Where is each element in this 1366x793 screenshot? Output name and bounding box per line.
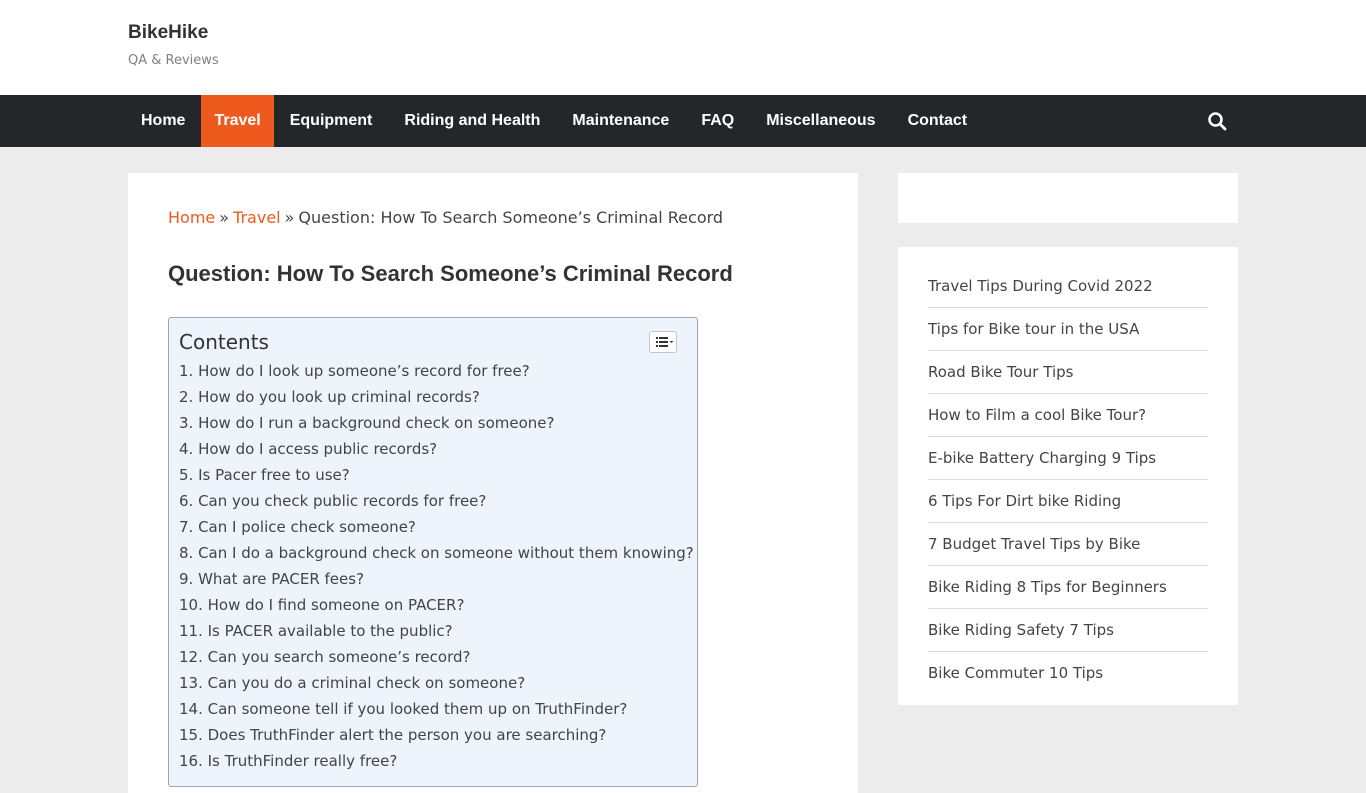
breadcrumb-current: Question: How To Search Someone’s Crimin… bbox=[298, 208, 724, 227]
sidebar-post-link[interactable]: Travel Tips During Covid 2022 bbox=[928, 265, 1208, 308]
toc-item[interactable]: 1. How do I look up someone’s record for… bbox=[179, 359, 694, 385]
toc-item[interactable]: 2. How do you look up criminal records? bbox=[179, 385, 694, 411]
toc-list: 1. How do I look up someone’s record for… bbox=[179, 359, 694, 775]
site-title[interactable]: BikeHike bbox=[128, 22, 208, 44]
toc-item[interactable]: 14. Can someone tell if you looked them … bbox=[179, 697, 694, 723]
nav-menu: Home Travel Equipment Riding and Health … bbox=[125, 95, 983, 147]
sidebar-post-link[interactable]: Road Bike Tour Tips bbox=[928, 351, 1208, 394]
sidebar-post-link[interactable]: 7 Budget Travel Tips by Bike bbox=[928, 523, 1208, 566]
sidebar-post-link[interactable]: Bike Riding Safety 7 Tips bbox=[928, 609, 1208, 652]
page-title: Question: How To Search Someone’s Crimin… bbox=[168, 261, 733, 286]
nav-item-travel[interactable]: Travel bbox=[201, 95, 274, 147]
sidebar-post-link[interactable]: How to Film a cool Bike Tour? bbox=[928, 394, 1208, 437]
toc-item[interactable]: 8. Can I do a background check on someon… bbox=[179, 541, 694, 567]
site-header: BikeHike QA & Reviews bbox=[0, 0, 1366, 95]
toc-item[interactable]: 13. Can you do a criminal check on someo… bbox=[179, 671, 694, 697]
article-card: Home» Travel» Question: How To Search Some… bbox=[128, 173, 858, 793]
nav-item-faq[interactable]: FAQ bbox=[685, 95, 750, 147]
nav-item-home[interactable]: Home bbox=[125, 95, 201, 147]
site-tagline: QA & Reviews bbox=[128, 53, 219, 68]
toc-item[interactable]: 5. Is Pacer free to use? bbox=[179, 463, 694, 489]
toc-item[interactable]: 6. Can you check public records for free… bbox=[179, 489, 694, 515]
nav-item-maintenance[interactable]: Maintenance bbox=[556, 95, 685, 147]
sidebar-post-link[interactable]: Bike Commuter 10 Tips bbox=[928, 652, 1208, 694]
sidebar-widget-empty bbox=[898, 173, 1238, 223]
search-icon[interactable] bbox=[1205, 109, 1229, 133]
breadcrumb-travel-link[interactable]: Travel bbox=[233, 208, 281, 227]
sidebar-post-link[interactable]: Bike Riding 8 Tips for Beginners bbox=[928, 566, 1208, 609]
sidebar-post-link[interactable]: Tips for Bike tour in the USA bbox=[928, 308, 1208, 351]
nav-item-riding-and-health[interactable]: Riding and Health bbox=[388, 95, 556, 147]
toc-item[interactable]: 15. Does TruthFinder alert the person yo… bbox=[179, 723, 694, 749]
breadcrumb-separator: » bbox=[219, 208, 230, 227]
toc-title: Contents bbox=[179, 330, 269, 354]
toc-item[interactable]: 12. Can you search someone’s record? bbox=[179, 645, 694, 671]
table-of-contents: Contents 1. How do I look up someone’s r… bbox=[168, 317, 698, 787]
toc-item[interactable]: 9. What are PACER fees? bbox=[179, 567, 694, 593]
sidebar-post-link[interactable]: 6 Tips For Dirt bike Riding bbox=[928, 480, 1208, 523]
sidebar-post-list: Travel Tips During Covid 2022 Tips for B… bbox=[928, 265, 1208, 694]
list-toggle-icon[interactable] bbox=[649, 331, 677, 353]
toc-item[interactable]: 3. How do I run a background check on so… bbox=[179, 411, 694, 437]
toc-item[interactable]: 10. How do I find someone on PACER? bbox=[179, 593, 694, 619]
nav-item-contact[interactable]: Contact bbox=[892, 95, 984, 147]
sidebar-post-link[interactable]: E-bike Battery Charging 9 Tips bbox=[928, 437, 1208, 480]
breadcrumb-separator: » bbox=[284, 208, 295, 227]
nav-item-miscellaneous[interactable]: Miscellaneous bbox=[750, 95, 891, 147]
toc-item[interactable]: 7. Can I police check someone? bbox=[179, 515, 694, 541]
nav-item-equipment[interactable]: Equipment bbox=[274, 95, 389, 147]
main-navigation: Home Travel Equipment Riding and Health … bbox=[0, 95, 1366, 147]
toc-item[interactable]: 16. Is TruthFinder really free? bbox=[179, 749, 694, 775]
breadcrumb-home-link[interactable]: Home bbox=[168, 208, 215, 227]
toc-item[interactable]: 11. Is PACER available to the public? bbox=[179, 619, 694, 645]
breadcrumb: Home» Travel» Question: How To Search Some… bbox=[168, 208, 723, 227]
sidebar-widget-posts: Travel Tips During Covid 2022 Tips for B… bbox=[898, 247, 1238, 705]
toc-item[interactable]: 4. How do I access public records? bbox=[179, 437, 694, 463]
